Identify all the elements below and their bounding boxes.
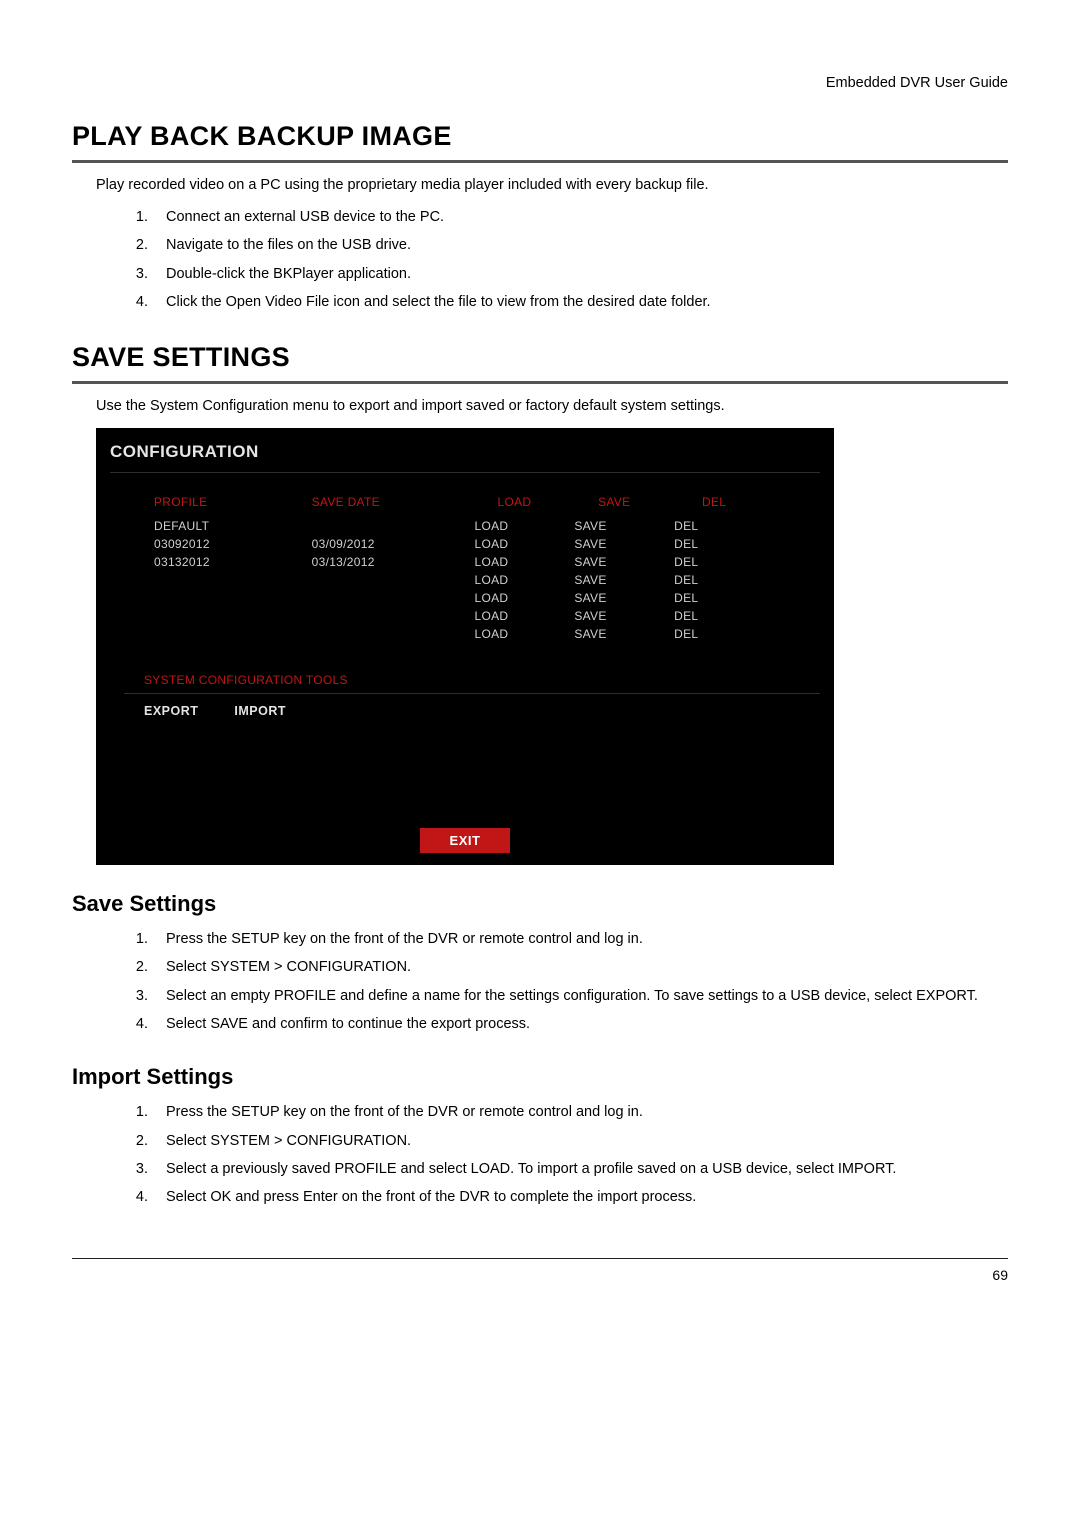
table-row: LOAD SAVE DEL — [144, 571, 764, 589]
export-button[interactable]: EXPORT — [144, 704, 198, 718]
del-button[interactable]: DEL — [664, 607, 764, 625]
cell-profile[interactable] — [144, 625, 302, 643]
divider — [124, 693, 820, 694]
list-item: Select SYSTEM > CONFIGURATION. — [152, 1131, 1008, 1151]
save-button[interactable]: SAVE — [564, 589, 664, 607]
cell-date — [302, 571, 465, 589]
load-button[interactable]: LOAD — [465, 607, 565, 625]
cell-profile[interactable] — [144, 607, 302, 625]
col-save-date: SAVE DATE — [302, 491, 465, 517]
cell-date — [302, 625, 465, 643]
heading-save-settings: SAVE SETTINGS — [72, 342, 1008, 373]
intro-playback: Play recorded video on a PC using the pr… — [96, 177, 1008, 193]
divider — [72, 160, 1008, 163]
cell-date: 03/09/2012 — [302, 535, 465, 553]
steps-save: Press the SETUP key on the front of the … — [152, 929, 1008, 1034]
load-button[interactable]: LOAD — [465, 571, 565, 589]
load-button[interactable]: LOAD — [465, 625, 565, 643]
page-number: 69 — [72, 1267, 1008, 1283]
table-header-row: PROFILE SAVE DATE LOAD SAVE DEL — [144, 491, 764, 517]
col-load: LOAD — [465, 491, 565, 517]
divider — [110, 472, 820, 473]
del-button[interactable]: DEL — [664, 517, 764, 535]
tools-label: SYSTEM CONFIGURATION TOOLS — [144, 673, 834, 687]
table-row: DEFAULT LOAD SAVE DEL — [144, 517, 764, 535]
cell-profile[interactable] — [144, 571, 302, 589]
cell-profile[interactable]: 03092012 — [144, 535, 302, 553]
del-button[interactable]: DEL — [664, 535, 764, 553]
load-button[interactable]: LOAD — [465, 589, 565, 607]
heading-import-sub: Import Settings — [72, 1064, 1008, 1090]
table-row: LOAD SAVE DEL — [144, 625, 764, 643]
save-button[interactable]: SAVE — [564, 517, 664, 535]
table-row: 03132012 03/13/2012 LOAD SAVE DEL — [144, 553, 764, 571]
save-button[interactable]: SAVE — [564, 535, 664, 553]
list-item: Click the Open Video File icon and selec… — [152, 292, 1008, 312]
exit-bar: EXIT — [96, 828, 834, 865]
footer-divider — [72, 1258, 1008, 1259]
table-row: LOAD SAVE DEL — [144, 607, 764, 625]
cell-date — [302, 607, 465, 625]
list-item: Select an empty PROFILE and define a nam… — [152, 986, 1008, 1006]
steps-playback: Connect an external USB device to the PC… — [152, 207, 1008, 312]
load-button[interactable]: LOAD — [465, 535, 565, 553]
save-button[interactable]: SAVE — [564, 625, 664, 643]
save-button[interactable]: SAVE — [564, 607, 664, 625]
load-button[interactable]: LOAD — [465, 553, 565, 571]
list-item: Press the SETUP key on the front of the … — [152, 1102, 1008, 1122]
col-del: DEL — [664, 491, 764, 517]
del-button[interactable]: DEL — [664, 625, 764, 643]
load-button[interactable]: LOAD — [465, 517, 565, 535]
heading-playback: PLAY BACK BACKUP IMAGE — [72, 121, 1008, 152]
col-profile: PROFILE — [144, 491, 302, 517]
save-button[interactable]: SAVE — [564, 553, 664, 571]
list-item: Select OK and press Enter on the front o… — [152, 1187, 1008, 1207]
cell-profile[interactable]: 03132012 — [144, 553, 302, 571]
configuration-panel: CONFIGURATION PROFILE SAVE DATE LOAD SAV… — [96, 428, 834, 865]
list-item: Double-click the BKPlayer application. — [152, 264, 1008, 284]
cell-date: 03/13/2012 — [302, 553, 465, 571]
cell-date — [302, 517, 465, 535]
steps-import: Press the SETUP key on the front of the … — [152, 1102, 1008, 1207]
exit-button[interactable]: EXIT — [420, 828, 511, 853]
list-item: Press the SETUP key on the front of the … — [152, 929, 1008, 949]
list-item: Navigate to the files on the USB drive. — [152, 235, 1008, 255]
table-row: LOAD SAVE DEL — [144, 589, 764, 607]
intro-save: Use the System Configuration menu to exp… — [96, 398, 1008, 414]
list-item: Select a previously saved PROFILE and se… — [152, 1159, 1008, 1179]
config-table: PROFILE SAVE DATE LOAD SAVE DEL DEFAULT … — [144, 491, 764, 643]
save-button[interactable]: SAVE — [564, 571, 664, 589]
list-item: Select SAVE and confirm to continue the … — [152, 1014, 1008, 1034]
import-button[interactable]: IMPORT — [234, 704, 286, 718]
heading-save-sub: Save Settings — [72, 891, 1008, 917]
list-item: Connect an external USB device to the PC… — [152, 207, 1008, 227]
divider — [72, 381, 1008, 384]
col-save: SAVE — [564, 491, 664, 517]
cell-profile[interactable]: DEFAULT — [144, 517, 302, 535]
config-title: CONFIGURATION — [96, 438, 834, 472]
del-button[interactable]: DEL — [664, 571, 764, 589]
list-item: Select SYSTEM > CONFIGURATION. — [152, 957, 1008, 977]
tools-row: EXPORT IMPORT — [144, 704, 834, 718]
cell-date — [302, 589, 465, 607]
del-button[interactable]: DEL — [664, 589, 764, 607]
del-button[interactable]: DEL — [664, 553, 764, 571]
doc-header: Embedded DVR User Guide — [72, 75, 1008, 91]
table-row: 03092012 03/09/2012 LOAD SAVE DEL — [144, 535, 764, 553]
cell-profile[interactable] — [144, 589, 302, 607]
